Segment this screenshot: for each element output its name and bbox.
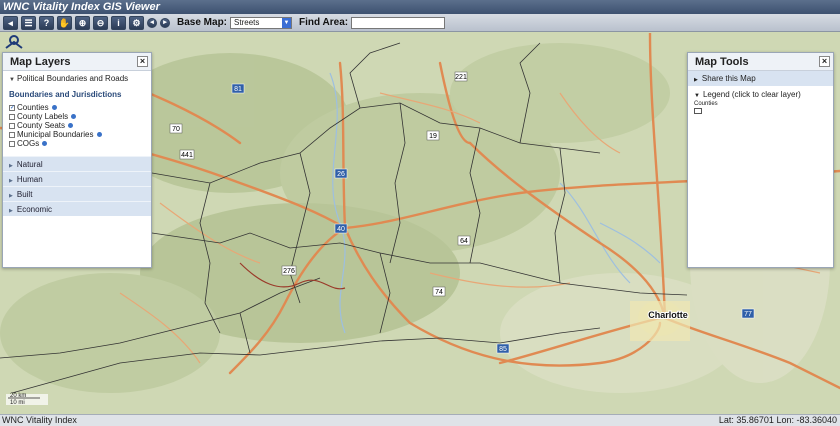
info-icon[interactable] (51, 105, 57, 110)
caret-right-icon: ▶ (9, 208, 13, 214)
legend-label: Legend (click to clear layer) (702, 90, 801, 99)
category-natural[interactable]: ▶ Natural (3, 156, 151, 171)
legend-row[interactable]: ▼ Legend (click to clear layer) (688, 86, 833, 101)
forward-icon[interactable]: ▸ (160, 18, 170, 28)
route-26-label: 26 (337, 171, 345, 178)
menu-icon[interactable]: ☰ (21, 15, 36, 30)
status-app-name: WNC Vitality Index (2, 415, 77, 425)
category-economic[interactable]: ▶ Economic (3, 201, 151, 216)
map-layers-panel: Map Layers × ▼ Political Boundaries and R… (2, 52, 152, 268)
status-bar: WNC Vitality Index Lat: 35.86701 Lon: -8… (0, 414, 840, 426)
checkbox-cogs[interactable] (9, 140, 15, 147)
basemap-select[interactable]: Streets ▼ (230, 16, 293, 29)
caret-right-icon: ▶ (9, 193, 13, 199)
route-74-label: 74 (435, 289, 443, 296)
route-70-label: 70 (172, 126, 180, 133)
layer-counties[interactable]: ✓ Counties (3, 103, 151, 112)
caret-right-icon: ▶ (694, 77, 698, 83)
category-human-label: Human (16, 175, 43, 184)
political-boundaries-group[interactable]: ▼ Political Boundaries and Roads (3, 71, 151, 86)
checkbox-county-labels[interactable] (9, 113, 15, 120)
layer-county-seats[interactable]: County Seats (3, 121, 151, 130)
scale-km-label: 20 km (10, 393, 26, 399)
info-icon[interactable] (42, 141, 48, 146)
find-area-label: Find Area: (299, 17, 349, 28)
zoom-in-icon[interactable]: ⊕ (75, 15, 90, 30)
legend-swatch-counties[interactable] (694, 108, 702, 114)
find-area-input[interactable] (351, 16, 446, 29)
app-window: WNC Vitality Index GIS Viewer ◂ ☰ ? ✋ ⊕ … (0, 0, 840, 426)
info-icon[interactable] (68, 123, 74, 128)
category-natural-label: Natural (16, 160, 43, 169)
info-icon[interactable] (71, 114, 77, 119)
caret-right-icon: ▶ (9, 163, 13, 169)
toolbar: ◂ ☰ ? ✋ ⊕ ⊖ i ⚙ ◂ ▸ Base Map: Streets ▼ … (0, 14, 840, 32)
map-tools-title: Map Tools (695, 56, 749, 68)
route-77-label: 77 (744, 311, 752, 318)
chevron-down-icon: ▼ (282, 17, 292, 28)
share-map-row[interactable]: ▶ Share this Map (688, 71, 833, 86)
boundaries-section-title: Boundaries and Jurisdictions (9, 90, 122, 99)
caret-right-icon: ▶ (9, 178, 13, 184)
close-icon[interactable]: × (137, 56, 148, 67)
layer-municipal-boundaries-label: Municipal Boundaries (17, 130, 94, 139)
map-tools-header: Map Tools × (688, 53, 833, 71)
city-charlotte-label: Charlotte (648, 310, 688, 320)
caret-down-icon: ▼ (9, 77, 15, 83)
pan-icon[interactable]: ✋ (57, 15, 72, 30)
layer-cogs-label: COGs (17, 139, 40, 148)
political-boundaries-label: Political Boundaries and Roads (17, 74, 129, 83)
scale-mi-label: 10 mi (10, 400, 25, 406)
basemap-value: Streets (234, 17, 260, 27)
app-title: WNC Vitality Index GIS Viewer (0, 0, 840, 14)
route-221-label: 221 (455, 74, 467, 81)
collapse-icon[interactable]: ◂ (3, 15, 18, 30)
layer-county-labels-label: County Labels (17, 112, 69, 121)
route-276-label: 276 (283, 268, 295, 275)
back-icon[interactable]: ◂ (147, 18, 157, 28)
coordinate-readout: Lat: 35.86701 Lon: -83.36040 (718, 415, 837, 425)
category-built-label: Built (16, 190, 33, 199)
map-layers-title: Map Layers (10, 56, 71, 68)
route-40-label: 40 (337, 226, 345, 233)
basemap-label: Base Map: (177, 17, 228, 28)
caret-down-icon: ▼ (694, 93, 700, 99)
category-built[interactable]: ▶ Built (3, 186, 151, 201)
info-icon[interactable] (96, 132, 102, 137)
layer-cogs[interactable]: COGs (3, 139, 151, 148)
gear-icon[interactable]: ⚙ (129, 15, 144, 30)
route-81-label: 81 (234, 86, 242, 93)
route-441-label: 441 (181, 152, 193, 159)
help-icon[interactable]: ? (39, 15, 54, 30)
route-19-label: 19 (429, 133, 437, 140)
layer-municipal-boundaries[interactable]: Municipal Boundaries (3, 130, 151, 139)
category-economic-label: Economic (16, 205, 52, 214)
route-85-label: 85 (499, 346, 507, 353)
legend-item-counties: Counties (694, 101, 718, 107)
checkbox-counties[interactable]: ✓ (9, 104, 15, 111)
close-icon[interactable]: × (819, 56, 830, 67)
map-layers-header: Map Layers × (3, 53, 151, 71)
navigation-icon[interactable] (4, 35, 24, 49)
layer-county-labels[interactable]: County Labels (3, 112, 151, 121)
category-human[interactable]: ▶ Human (3, 171, 151, 186)
route-64-label: 64 (460, 238, 468, 245)
checkbox-municipal-boundaries[interactable] (9, 131, 15, 138)
checkbox-county-seats[interactable] (9, 122, 15, 129)
layer-counties-label: Counties (17, 103, 49, 112)
share-map-label: Share this Map (701, 74, 756, 83)
info-icon[interactable]: i (111, 15, 126, 30)
map-tools-panel: Map Tools × ▶ Share this Map ▼ Legend (cli… (687, 52, 834, 268)
zoom-out-icon[interactable]: ⊖ (93, 15, 108, 30)
layer-county-seats-label: County Seats (17, 121, 66, 130)
